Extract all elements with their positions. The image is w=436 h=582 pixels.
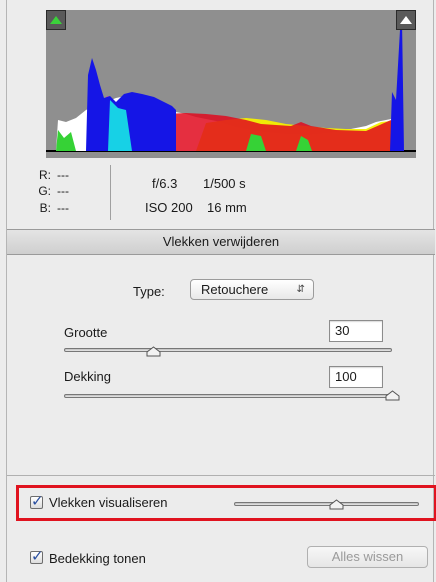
focal-length: 16 mm: [207, 200, 247, 215]
visualize-slider-track[interactable]: [234, 502, 419, 506]
updown-arrows-icon: ⇵: [296, 284, 305, 295]
visualize-spots-checkbox[interactable]: ✓: [30, 493, 44, 510]
visualize-spots-label[interactable]: Vlekken visualiseren: [49, 495, 168, 510]
type-select-value: Retouchere: [201, 282, 269, 297]
iso: ISO 200: [145, 200, 193, 215]
readout-b: B: ---: [39, 201, 69, 215]
opacity-label: Dekking: [64, 369, 111, 384]
shutter-speed: 1/500 s: [203, 176, 246, 191]
opacity-field[interactable]: 100: [329, 366, 383, 388]
readout-r: R: ---: [39, 168, 69, 182]
highlight-clip-warning-icon[interactable]: [396, 10, 416, 30]
section-header[interactable]: Vlekken verwijderen: [7, 229, 435, 255]
type-label: Type:: [133, 284, 165, 299]
size-field[interactable]: 30: [329, 320, 383, 342]
section-divider: [7, 475, 435, 476]
spot-removal-panel: R: --- G: --- B: --- f/6.3 1/500 s ISO 200 …: [6, 0, 436, 582]
opacity-slider-thumb[interactable]: [385, 390, 400, 401]
show-overlay-checkbox[interactable]: ✓: [30, 548, 44, 565]
histogram-red: [156, 113, 394, 151]
histogram-blue: [86, 58, 176, 151]
clear-all-button[interactable]: Alles wissen: [307, 546, 428, 568]
type-select[interactable]: Retouchere ⇵: [190, 279, 314, 300]
checkmark-icon: ✓: [31, 493, 44, 510]
readout-g: G: ---: [38, 184, 69, 198]
shadow-clip-warning-icon[interactable]: [46, 10, 66, 30]
size-slider-thumb[interactable]: [146, 346, 161, 357]
visualize-slider-thumb[interactable]: [329, 499, 344, 510]
histogram: [46, 10, 416, 158]
histogram-graph: [46, 20, 416, 152]
size-label: Grootte: [64, 325, 108, 340]
histogram-blue-highlight: [390, 20, 404, 151]
show-overlay-label[interactable]: Bedekking tonen: [49, 551, 146, 566]
size-slider-track[interactable]: [64, 348, 392, 352]
checkmark-icon: ✓: [31, 548, 44, 565]
readout-divider: [110, 165, 111, 220]
opacity-slider-track[interactable]: [64, 394, 392, 398]
aperture: f/6.3: [152, 176, 178, 191]
